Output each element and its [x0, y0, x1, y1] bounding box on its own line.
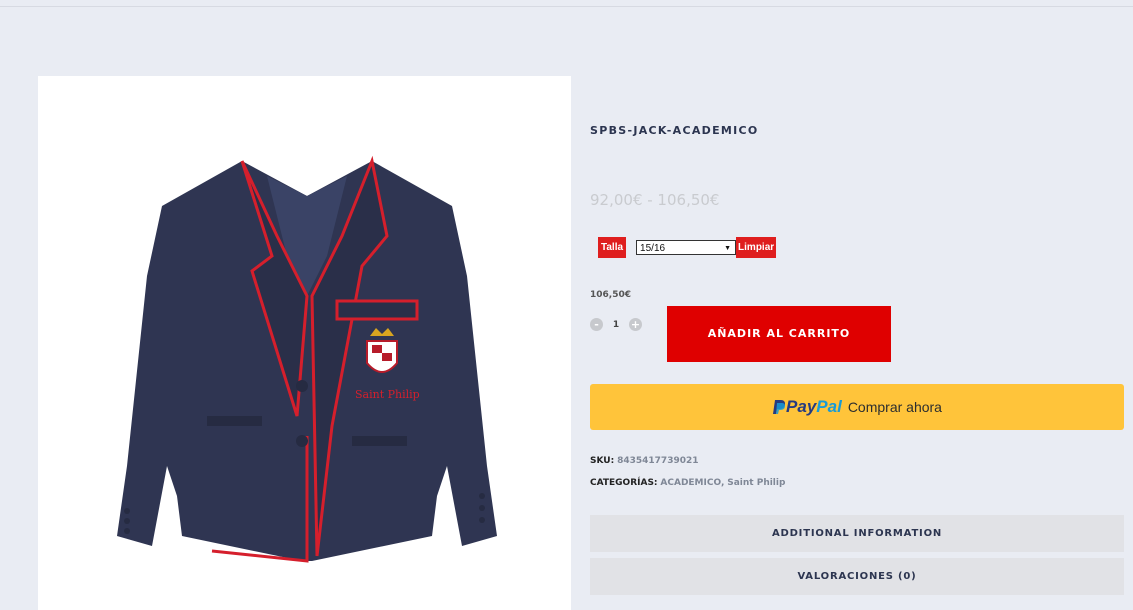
product-title: SPBS-JACK-ACADEMICO: [590, 124, 759, 137]
add-to-cart-button[interactable]: AÑADIR AL CARRITO: [667, 306, 891, 362]
categories-line: CATEGORÍAS: ACADEMICO, Saint Philip: [590, 478, 785, 488]
quantity-increase-button[interactable]: +: [629, 318, 642, 331]
clear-variation-button[interactable]: Limpiar: [736, 237, 777, 258]
quantity-decrease-button[interactable]: -: [590, 318, 603, 331]
paypal-logo: Pay Pal: [772, 397, 842, 417]
size-label: Talla: [598, 237, 627, 258]
size-select-value: 15/16: [640, 243, 666, 254]
paypal-button-text: Comprar ahora: [847, 399, 942, 415]
sku-label: SKU:: [590, 456, 615, 466]
chevron-down-icon: ▼: [724, 245, 732, 252]
price-range: 92,00€ - 106,50€: [590, 191, 720, 209]
category-link-academico[interactable]: ACADEMICO: [660, 478, 721, 488]
quantity-stepper: - 1 +: [590, 318, 642, 331]
tab-reviews[interactable]: VALORACIONES (0): [590, 558, 1124, 595]
product-summary: SPBS-JACK-ACADEMICO 92,00€ - 106,50€ Tal…: [590, 0, 1125, 610]
sku-value: 8435417739021: [617, 456, 699, 466]
paypal-buy-button[interactable]: Pay Pal Comprar ahora: [590, 384, 1124, 430]
paypal-logo-pay: Pay: [786, 397, 817, 416]
quantity-value[interactable]: 1: [603, 320, 629, 330]
size-select[interactable]: 15/16 ▼: [636, 240, 737, 255]
svg-text:Saint Philip: Saint Philip: [355, 388, 420, 401]
sku-line: SKU: 8435417739021: [590, 456, 699, 466]
category-link-saint-philip[interactable]: Saint Philip: [727, 478, 785, 488]
selected-price: 106,50€: [590, 290, 631, 300]
tab-additional-information[interactable]: ADDITIONAL INFORMATION: [590, 515, 1124, 552]
product-image-panel[interactable]: Saint Philip: [38, 76, 571, 610]
paypal-logo-pal: Pal: [816, 397, 842, 416]
categories-label: CATEGORÍAS:: [590, 478, 658, 488]
product-image-blazer: Saint Philip: [117, 155, 497, 563]
size-variation: Talla 15/16 ▼ Limpiar: [598, 237, 777, 258]
category-separator: ,: [720, 478, 725, 488]
paypal-icon: [773, 400, 786, 414]
